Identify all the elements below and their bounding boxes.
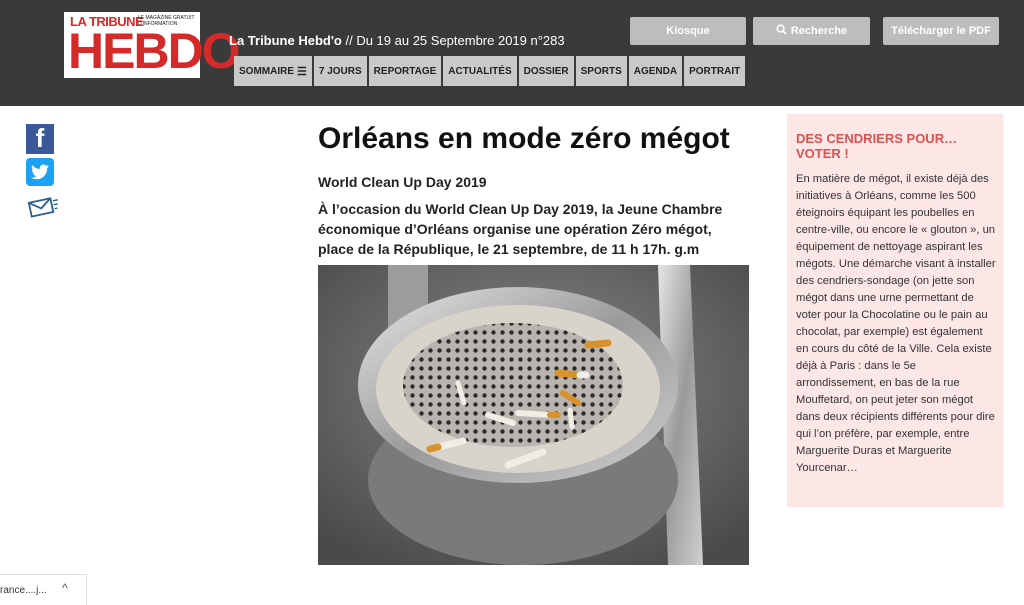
article-photo-ashtray	[318, 265, 749, 565]
download-item[interactable]: rance....j... ^	[0, 574, 87, 605]
site-header: LA TRIBUNE le magazine gratuit d'informa…	[0, 0, 1024, 106]
nav-sports[interactable]: SPORTS	[575, 56, 627, 86]
nav-portrait[interactable]: PORTRAIT	[684, 56, 746, 86]
issue-name[interactable]: La Tribune Hebd'o	[229, 33, 342, 48]
article-lead: À l’occasion du World Clean Up Day 2019,…	[318, 201, 723, 257]
menu-icon: ☰	[297, 65, 307, 78]
nav-label: DOSSIER	[523, 65, 569, 77]
sidebar-text: En matière de mégot, il existe déjà des …	[796, 173, 996, 474]
tribune-hebdo-logo[interactable]: LA TRIBUNE le magazine gratuit d'informa…	[64, 12, 241, 78]
article-subtitle: World Clean Up Day 2019	[318, 174, 487, 190]
logo-hebdo-text: HEBDO	[68, 23, 241, 79]
nav-label: 7 JOURS	[318, 65, 362, 77]
download-pdf-label: Télécharger le PDF	[891, 25, 991, 37]
nav-7-jours[interactable]: 7 JOURS	[313, 56, 367, 86]
kiosque-label: Kiosque	[666, 25, 710, 37]
envelope-icon	[27, 197, 58, 218]
nav-label: SPORTS	[580, 65, 622, 77]
nav-label: PORTRAIT	[689, 65, 741, 77]
facebook-share-icon[interactable]: f	[26, 123, 54, 154]
email-share-icon[interactable]	[26, 194, 60, 220]
kiosque-button[interactable]: Kiosque	[630, 17, 746, 45]
recherche-button[interactable]: Recherche	[753, 17, 870, 45]
sidebar-box: DES CENDRIERS POUR… VOTER ! En matière d…	[787, 114, 1003, 507]
nav-sommaire[interactable]: SOMMAIRE ☰	[234, 56, 312, 86]
twitter-bird-icon	[31, 164, 49, 180]
facebook-glyph: f	[35, 123, 45, 153]
download-pdf-button[interactable]: Télécharger le PDF	[883, 17, 999, 45]
download-filename: rance....j...	[0, 585, 47, 596]
recherche-label: Recherche	[790, 25, 848, 37]
article-title: Orléans en mode zéro mégot	[318, 122, 730, 155]
nav-agenda[interactable]: AGENDA	[628, 56, 683, 86]
chevron-up-icon[interactable]: ^	[62, 581, 68, 595]
nav-label: AGENDA	[633, 65, 678, 77]
nav-label: ACTUALITÉS	[448, 65, 512, 77]
nav-label: REPORTAGE	[373, 65, 437, 77]
nav-dossier[interactable]: DOSSIER	[518, 56, 574, 86]
nav-actualites[interactable]: ACTUALITÉS	[443, 56, 517, 86]
nav-reportage[interactable]: REPORTAGE	[368, 56, 442, 86]
main-nav: SOMMAIRE ☰ 7 JOURS REPORTAGE ACTUALITÉS D…	[234, 56, 746, 86]
issue-date: // Du 19 au 25 Septembre 2019 n°283	[341, 33, 565, 48]
issue-info: La Tribune Hebd'o // Du 19 au 25 Septemb…	[229, 33, 565, 48]
sidebar-heading: DES CENDRIERS POUR… VOTER !	[796, 131, 958, 161]
nav-label: SOMMAIRE	[239, 65, 294, 77]
search-icon	[776, 24, 787, 38]
twitter-share-icon[interactable]	[26, 158, 54, 186]
